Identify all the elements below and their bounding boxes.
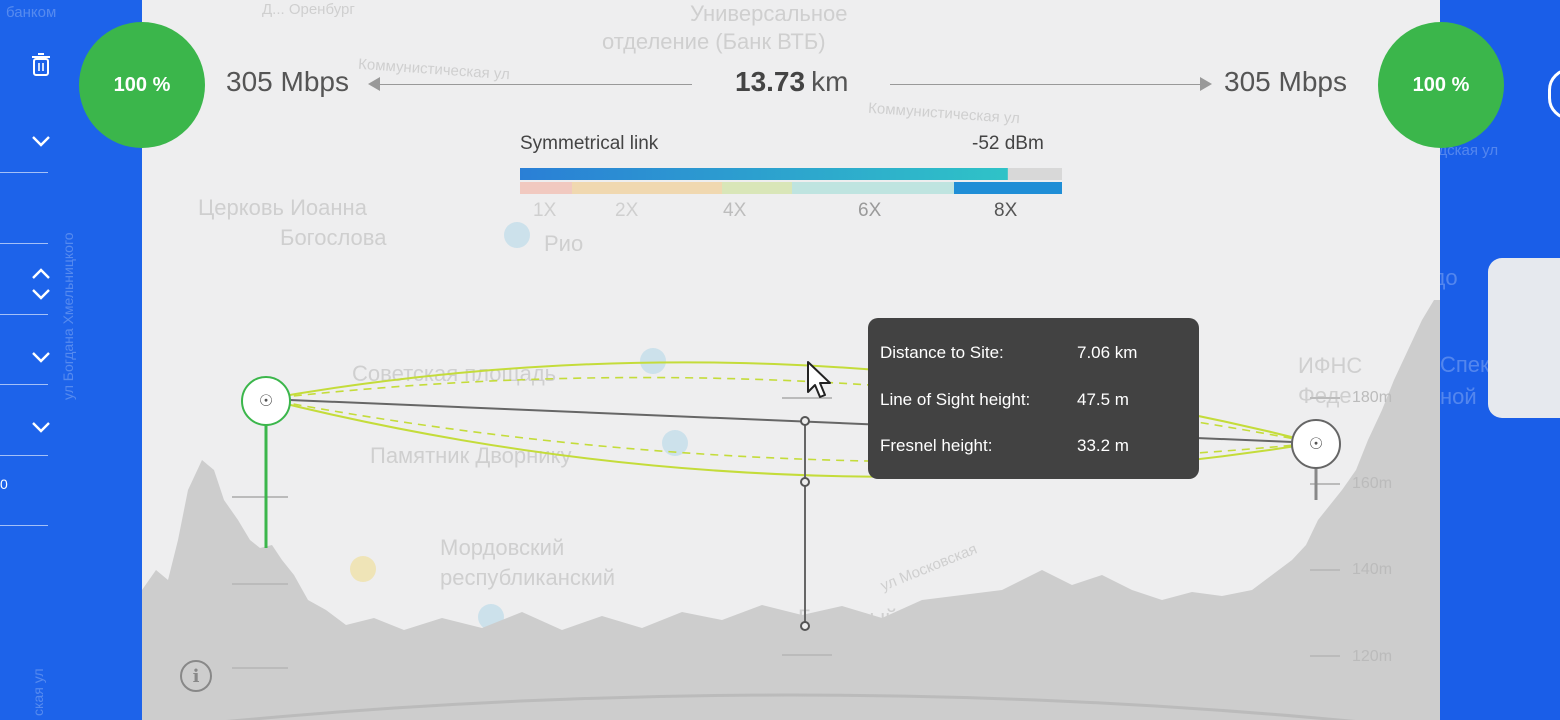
symmetrical-link-label: Symmetrical link (520, 133, 659, 154)
chevron-down-icon (32, 422, 50, 433)
link-distance: 13.73 km (735, 66, 848, 98)
expand-button[interactable] (28, 414, 54, 440)
tooltip-los-value: 47.5 m (1077, 390, 1129, 409)
signal-meter (520, 168, 1062, 194)
tooltip-fresnel-value: 33.2 m (1077, 436, 1129, 455)
link-profile-panel: Д... Оренбург Универсальное отделение (Б… (142, 0, 1440, 720)
expand-button[interactable] (28, 128, 54, 154)
chevron-down-icon (32, 136, 50, 147)
tooltip-los-label: Line of Sight height: (880, 390, 1031, 409)
map-label: ул Богдана Хмельницкого (60, 232, 76, 400)
modulation-1x: 1X (533, 200, 557, 221)
info-icon[interactable]: i (180, 660, 212, 692)
tooltip-distance-label: Distance to Site: (880, 343, 1004, 362)
trash-icon (32, 53, 50, 76)
tooltip-distance-value: 7.06 km (1077, 343, 1138, 362)
signal-strength: -52 dBm (972, 133, 1044, 154)
chevron-down-icon (32, 352, 50, 363)
divider (0, 384, 48, 385)
sidebar-marker: 0 (0, 476, 8, 492)
map-label: ной (1440, 384, 1477, 409)
antenna-radio-icon: ☉ (1308, 436, 1324, 453)
reorder-button[interactable] (28, 262, 54, 306)
delete-button[interactable] (28, 52, 54, 78)
map-label: ская ул (30, 668, 46, 716)
right-radio-node[interactable]: ☉ (1291, 419, 1341, 469)
divider (0, 243, 48, 244)
divider (0, 172, 48, 173)
antenna-radio-icon: ☉ (258, 393, 274, 410)
signal-fill (520, 168, 1008, 180)
chevron-up-down-icon (32, 268, 50, 300)
divider (0, 455, 48, 456)
left-radio-node[interactable]: ☉ (241, 376, 291, 426)
divider (0, 525, 48, 526)
modulation-4x: 4X (723, 200, 747, 221)
mouse-cursor-icon (807, 361, 831, 398)
device-preview (1488, 258, 1560, 418)
divider (0, 314, 48, 315)
map-label: банком (6, 4, 57, 21)
elevation-label: 180m (1352, 389, 1393, 406)
distance-unit: km (811, 66, 849, 97)
elevation-label: 120m (1352, 648, 1393, 665)
modulation-6x: 6X (858, 200, 882, 221)
left-speed: 305 Mbps (226, 66, 349, 97)
map-label: Спек (1440, 352, 1490, 377)
modulation-2x: 2X (615, 200, 639, 221)
right-capacity-badge: 100 % (1378, 22, 1504, 148)
point-info-tooltip: Distance to Site: 7.06 km Line of Sight … (868, 318, 1199, 479)
distance-value: 13.73 (735, 66, 806, 97)
elevation-label: 140m (1352, 561, 1393, 578)
tooltip-fresnel-label: Fresnel height: (880, 436, 993, 455)
right-speed: 305 Mbps (1224, 66, 1347, 97)
elevation-label: 160m (1352, 475, 1393, 492)
elevation-profile (142, 300, 1440, 720)
modulation-8x: 8X (994, 200, 1018, 221)
arrow-right-icon (1200, 77, 1212, 91)
left-capacity-badge: 100 % (79, 22, 205, 148)
arrow-line (378, 84, 692, 85)
expand-button[interactable] (28, 344, 54, 370)
arrow-line (890, 84, 1202, 85)
